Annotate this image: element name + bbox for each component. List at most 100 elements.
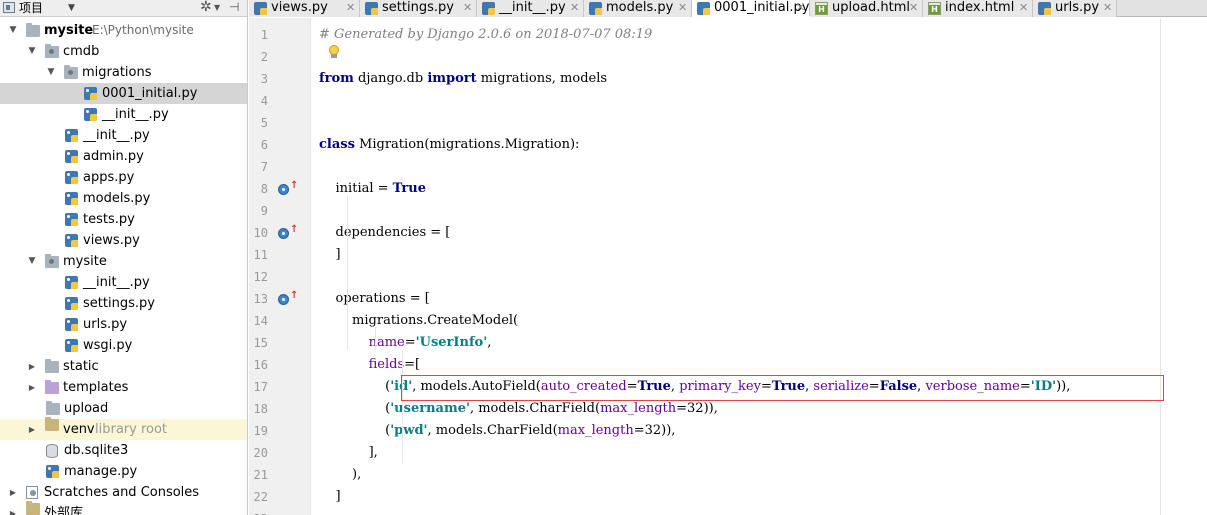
tab-label: views.py — [271, 0, 328, 15]
tree-item[interactable]: 0001_initial.py — [0, 83, 247, 104]
code-line[interactable]: ), — [319, 464, 361, 486]
code-token: ] — [319, 489, 341, 504]
code-line[interactable]: class Migration(migrations.Migration): — [319, 134, 579, 156]
project-tool-window: 项目 ▼ ✲ ▼ ⊣ ▼ mysite E:\Python\mysite ▼ cmdb ▼… — [0, 0, 248, 515]
close-icon[interactable]: ✕ — [463, 0, 472, 15]
tree-item[interactable]: views.py — [0, 230, 247, 251]
close-icon[interactable]: ✕ — [796, 0, 805, 15]
folder-icon — [45, 254, 59, 268]
chevron-right-icon[interactable]: ▶ — [27, 356, 37, 377]
code-editor[interactable]: 12345678↑910↑111213↑14151617181920212223… — [249, 18, 1207, 515]
folder-icon — [46, 401, 60, 415]
chevron-right-icon[interactable]: ▶ — [27, 419, 37, 440]
tree-item-label: mysite — [44, 23, 94, 38]
tab-urls-py[interactable]: urls.py ✕ — [1033, 0, 1117, 17]
code-line[interactable]: initial = True — [319, 178, 426, 200]
tree-item[interactable]: ▶ templates — [0, 377, 247, 398]
code-line[interactable]: ], — [319, 442, 378, 464]
tab-label: index.html — [945, 0, 1015, 15]
close-icon[interactable]: ✕ — [678, 0, 687, 15]
tree-item-label: templates — [63, 380, 129, 395]
line-number: 3 — [260, 72, 268, 86]
tab-init-py[interactable]: __init__.py ✕ — [477, 0, 584, 17]
code-token: ( — [319, 379, 391, 394]
line-number: 19 — [253, 424, 268, 438]
chevron-down-icon[interactable]: ▼ — [8, 20, 18, 41]
tab-upload-html[interactable]: upload.html✕ — [810, 0, 923, 17]
code-line[interactable]: dependencies = [ — [319, 222, 451, 244]
code-token: 'UserInfo' — [415, 335, 488, 350]
tree-item[interactable]: ▶ venv library root — [0, 417, 247, 440]
tree-item[interactable]: ▼ cmdb — [0, 41, 247, 62]
tree-item[interactable]: wsgi.py — [0, 335, 247, 356]
tab-models-py[interactable]: models.py ✕ — [584, 0, 692, 17]
tree-item-label: 0001_initial.py — [102, 86, 198, 101]
chevron-down-icon[interactable]: ▼ — [46, 62, 56, 83]
close-icon[interactable]: ✕ — [346, 0, 355, 15]
code-line[interactable]: ('pwd', models.CharField(max_length=32))… — [319, 420, 675, 442]
tab-0001-initial-py[interactable]: 0001_initial.py ✕ — [692, 0, 810, 17]
tree-item[interactable]: __init__.py — [0, 104, 247, 125]
hide-panel-icon[interactable]: ⊣ — [229, 0, 239, 15]
chevron-down-icon[interactable]: ▼ — [214, 1, 220, 15]
code-token: , models.CharField( — [427, 423, 558, 438]
tab-label: settings.py — [382, 0, 454, 15]
chevron-down-icon[interactable]: ▼ — [68, 1, 75, 15]
html-file-icon — [815, 2, 828, 15]
tree-item[interactable]: ▶ 外部库 — [0, 501, 247, 515]
code-line[interactable]: operations = [ — [319, 288, 430, 310]
tree-item[interactable]: ▼ migrations — [0, 62, 247, 83]
line-number: 15 — [253, 336, 268, 350]
tree-item[interactable]: manage.py — [0, 461, 247, 482]
tree-item[interactable]: urls.py — [0, 314, 247, 335]
code-line[interactable]: ('username', models.CharField(max_length… — [319, 398, 718, 420]
chevron-right-icon[interactable]: ▶ — [8, 503, 18, 515]
code-line[interactable]: ] — [319, 244, 341, 266]
lightbulb-icon[interactable] — [329, 45, 339, 59]
tree-item[interactable]: upload — [0, 398, 247, 419]
tree-item[interactable]: ▼ mysite E:\Python\mysite — [0, 20, 247, 41]
chevron-right-icon[interactable]: ▶ — [8, 482, 18, 503]
chevron-down-icon[interactable]: ▼ — [27, 251, 37, 272]
tree-item[interactable]: ▼ mysite — [0, 251, 247, 272]
tree-item[interactable]: settings.py — [0, 293, 247, 314]
python-file-icon — [589, 2, 602, 15]
override-marker-icon[interactable]: ↑ — [278, 291, 298, 306]
gear-icon[interactable]: ✲ — [200, 0, 212, 15]
tree-item[interactable]: tests.py — [0, 209, 247, 230]
close-icon[interactable]: ✕ — [909, 0, 918, 15]
close-icon[interactable]: ✕ — [570, 0, 579, 15]
code-line[interactable]: from django.db import migrations, models — [319, 68, 607, 90]
tree-item-label: 外部库 — [44, 506, 84, 515]
override-marker-icon[interactable]: ↑ — [278, 225, 298, 240]
tab-views-py[interactable]: views.py ✕ — [249, 0, 360, 17]
tab-index-html[interactable]: index.html ✕ — [923, 0, 1033, 17]
code-line[interactable]: # Generated by Django 2.0.6 on 2018-07-0… — [319, 24, 652, 46]
code-token: dependencies = [ — [319, 225, 451, 240]
tree-item[interactable]: ▶ Scratches and Consoles — [0, 482, 247, 503]
tab-settings-py[interactable]: settings.py ✕ — [360, 0, 477, 17]
project-view-selector[interactable]: 项目 — [19, 1, 43, 15]
override-marker-icon[interactable]: ↑ — [278, 181, 298, 196]
close-icon[interactable]: ✕ — [1019, 0, 1028, 15]
tree-item[interactable]: apps.py — [0, 167, 247, 188]
line-number: 20 — [253, 446, 268, 460]
tree-item[interactable]: admin.py — [0, 146, 247, 167]
code-token: ( — [319, 423, 391, 438]
python-file-icon — [697, 2, 710, 15]
tree-item[interactable]: models.py — [0, 188, 247, 209]
close-icon[interactable]: ✕ — [1103, 0, 1112, 15]
code-token: , models.CharField( — [469, 401, 601, 416]
code-line[interactable]: name='UserInfo', — [319, 332, 492, 354]
code-line[interactable]: migrations.CreateModel( — [319, 310, 518, 332]
tree-item[interactable]: __init__.py — [0, 125, 247, 146]
code-token: import — [427, 71, 477, 86]
tree-item[interactable]: ▶ static — [0, 356, 247, 377]
chevron-right-icon[interactable]: ▶ — [27, 377, 37, 398]
code-line[interactable]: fields=[ — [319, 354, 420, 376]
chevron-down-icon[interactable]: ▼ — [27, 41, 37, 62]
tree-item[interactable]: db.sqlite3 — [0, 440, 247, 461]
code-line[interactable]: ] — [319, 486, 341, 508]
tree-item[interactable]: __init__.py — [0, 272, 247, 293]
